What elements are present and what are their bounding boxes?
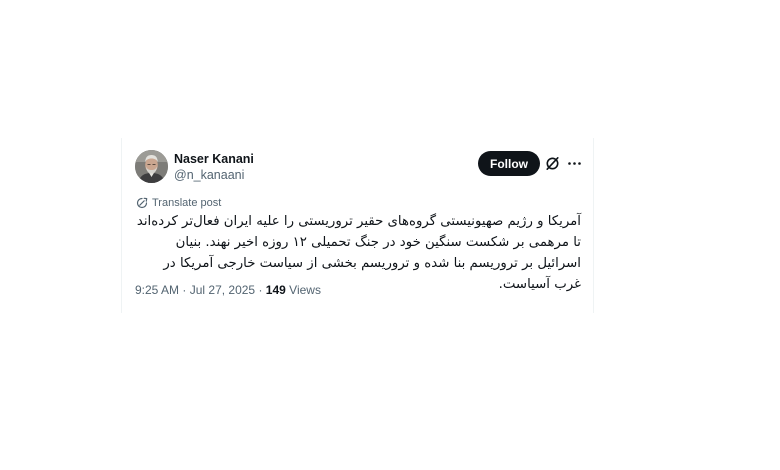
tweet-card[interactable]: Naser Kanani @n_kanaani Follow Translate… xyxy=(121,138,594,313)
follow-button[interactable]: Follow xyxy=(478,151,540,176)
tweet-date[interactable]: Jul 27, 2025 xyxy=(190,283,255,297)
author-name[interactable]: Naser Kanani xyxy=(174,152,254,166)
tweet-meta: 9:25 AM · Jul 27, 2025 · 149 Views xyxy=(135,283,321,297)
meta-separator: · xyxy=(182,283,187,297)
translate-post-link[interactable]: Translate post xyxy=(136,196,221,210)
more-icon[interactable] xyxy=(566,155,583,172)
meta-separator: · xyxy=(258,283,263,297)
views-count: 149 xyxy=(265,283,286,297)
author-handle[interactable]: @n_kanaani xyxy=(174,168,244,182)
avatar-photo xyxy=(135,150,168,183)
grok-icon[interactable] xyxy=(544,155,561,172)
views-label: Views xyxy=(289,283,321,297)
translate-post-label: Translate post xyxy=(152,197,222,209)
tweet-time[interactable]: 9:25 AM xyxy=(135,283,179,297)
translate-icon xyxy=(136,197,148,209)
avatar[interactable] xyxy=(135,150,168,183)
